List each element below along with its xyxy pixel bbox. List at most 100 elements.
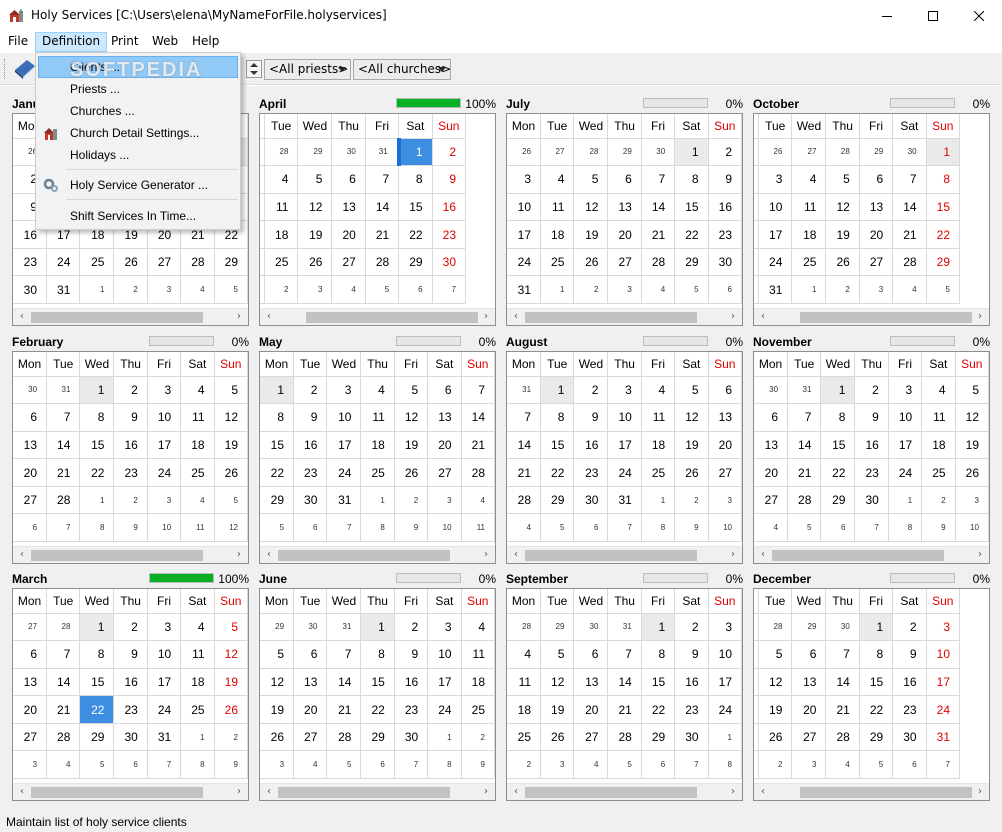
day-cell[interactable]: 30 <box>293 486 328 515</box>
day-cell[interactable]: 14 <box>326 668 362 697</box>
priests-filter-select[interactable]: <All priests> <box>264 59 351 80</box>
day-cell[interactable]: 3 <box>326 376 362 405</box>
day-cell[interactable]: 28 <box>507 613 542 642</box>
day-cell[interactable]: 16 <box>892 668 927 697</box>
day-cell[interactable]: 19 <box>573 220 609 249</box>
day-cell[interactable]: 14 <box>507 431 542 460</box>
day-cell[interactable]: 24 <box>147 458 182 487</box>
day-cell[interactable]: 21 <box>641 220 676 249</box>
day-cell[interactable]: 30 <box>641 138 676 167</box>
day-cell[interactable]: 5 <box>297 165 333 194</box>
day-cell[interactable]: 13 <box>791 668 827 697</box>
day-cell[interactable]: 26 <box>507 138 542 167</box>
day-cell[interactable]: 8 <box>859 640 894 669</box>
scroll-thumb[interactable] <box>31 550 203 561</box>
day-cell[interactable]: 7 <box>461 376 495 405</box>
day-cell[interactable]: 2 <box>264 275 299 305</box>
day-cell[interactable]: 21 <box>326 695 362 724</box>
scroll-left-icon[interactable]: ‹ <box>262 549 276 562</box>
day-cell[interactable]: 30 <box>432 248 467 277</box>
minimize-button[interactable] <box>864 0 910 31</box>
day-cell[interactable]: 6 <box>13 640 48 669</box>
day-cell[interactable]: 21 <box>825 695 860 724</box>
day-cell[interactable]: 1 <box>791 275 827 305</box>
day-cell[interactable]: 9 <box>674 640 709 669</box>
day-cell[interactable]: 4 <box>540 165 575 194</box>
day-cell[interactable]: 28 <box>787 486 822 515</box>
day-cell[interactable]: 11 <box>180 513 215 543</box>
day-cell[interactable]: 8 <box>641 513 676 543</box>
horizontal-scrollbar[interactable]: ‹ › <box>260 546 495 563</box>
menu-help[interactable]: Help <box>186 32 225 52</box>
day-cell[interactable]: 3 <box>147 376 182 405</box>
day-cell[interactable]: 2 <box>573 376 609 405</box>
day-cell[interactable]: 15 <box>540 431 575 460</box>
day-cell[interactable]: 28 <box>607 723 642 752</box>
day-cell[interactable]: 9 <box>461 750 495 780</box>
day-cell[interactable]: 15 <box>398 193 433 222</box>
day-cell[interactable]: 8 <box>79 513 115 543</box>
day-cell[interactable]: 13 <box>754 431 789 460</box>
day-cell[interactable]: 20 <box>791 695 827 724</box>
day-cell[interactable]: 19 <box>214 431 248 460</box>
day-cell[interactable]: 23 <box>13 248 48 277</box>
day-cell[interactable]: 20 <box>13 458 48 487</box>
day-cell[interactable]: 14 <box>365 193 400 222</box>
day-cell[interactable]: 1 <box>79 486 115 515</box>
day-cell[interactable]: 15 <box>820 431 856 460</box>
day-cell[interactable]: 28 <box>641 248 676 277</box>
day-cell[interactable]: 8 <box>398 165 433 194</box>
day-cell[interactable]: 4 <box>641 376 676 405</box>
day-cell[interactable]: 2 <box>573 275 609 305</box>
day-cell[interactable]: 13 <box>859 193 894 222</box>
day-cell[interactable]: 5 <box>214 613 248 642</box>
day-cell[interactable]: 6 <box>360 750 395 780</box>
day-cell[interactable]: 10 <box>147 403 182 432</box>
day-cell[interactable]: 29 <box>674 248 709 277</box>
day-cell[interactable]: 3 <box>791 750 827 780</box>
day-cell[interactable]: 29 <box>820 486 856 515</box>
day-cell[interactable]: 11 <box>921 403 956 432</box>
day-cell[interactable]: 17 <box>926 668 961 697</box>
day-cell[interactable]: 29 <box>859 723 894 752</box>
day-cell[interactable]: 12 <box>674 403 709 432</box>
day-cell[interactable]: 4 <box>180 275 215 305</box>
day-cell[interactable]: 1 <box>820 376 856 405</box>
day-cell[interactable]: 10 <box>758 193 793 222</box>
horizontal-scrollbar[interactable]: ‹ › <box>507 308 742 325</box>
day-cell[interactable]: 13 <box>607 193 642 222</box>
day-cell[interactable]: 9 <box>293 403 328 432</box>
day-cell[interactable]: 1 <box>79 613 115 642</box>
day-cell[interactable]: 12 <box>214 640 248 669</box>
scroll-right-icon[interactable]: › <box>726 786 740 799</box>
day-cell[interactable]: 5 <box>214 486 248 515</box>
day-cell[interactable]: 9 <box>113 640 148 669</box>
day-cell[interactable]: 11 <box>264 193 299 222</box>
day-cell[interactable]: 25 <box>180 458 215 487</box>
horizontal-scrollbar[interactable]: ‹ › <box>507 783 742 800</box>
day-cell[interactable]: 12 <box>825 193 860 222</box>
scroll-left-icon[interactable]: ‹ <box>15 786 29 799</box>
day-cell[interactable]: 31 <box>147 723 182 752</box>
day-cell[interactable]: 14 <box>825 668 860 697</box>
day-cell[interactable]: 25 <box>921 458 956 487</box>
day-cell[interactable]: 26 <box>573 248 609 277</box>
horizontal-scrollbar[interactable]: ‹ › <box>13 783 248 800</box>
day-cell[interactable]: 12 <box>394 403 429 432</box>
day-cell[interactable]: 1 <box>79 275 115 305</box>
day-cell[interactable]: 15 <box>641 668 676 697</box>
day-cell[interactable]: 6 <box>754 403 789 432</box>
day-cell[interactable]: 27 <box>540 138 575 167</box>
scroll-left-icon[interactable]: ‹ <box>756 786 770 799</box>
day-cell[interactable]: 27 <box>13 723 48 752</box>
day-cell[interactable]: 3 <box>540 750 575 780</box>
day-cell[interactable]: 1 <box>859 613 894 642</box>
day-cell[interactable]: 3 <box>708 613 742 642</box>
day-cell[interactable]: 10 <box>507 193 542 222</box>
day-cell[interactable]: 5 <box>365 275 400 305</box>
menu-item-shift-services[interactable]: Shift Services In Time... <box>38 205 238 227</box>
day-cell[interactable]: 5 <box>214 376 248 405</box>
day-cell[interactable]: 12 <box>758 668 793 697</box>
day-cell[interactable]: 29 <box>297 138 333 167</box>
day-cell[interactable]: 10 <box>708 640 742 669</box>
